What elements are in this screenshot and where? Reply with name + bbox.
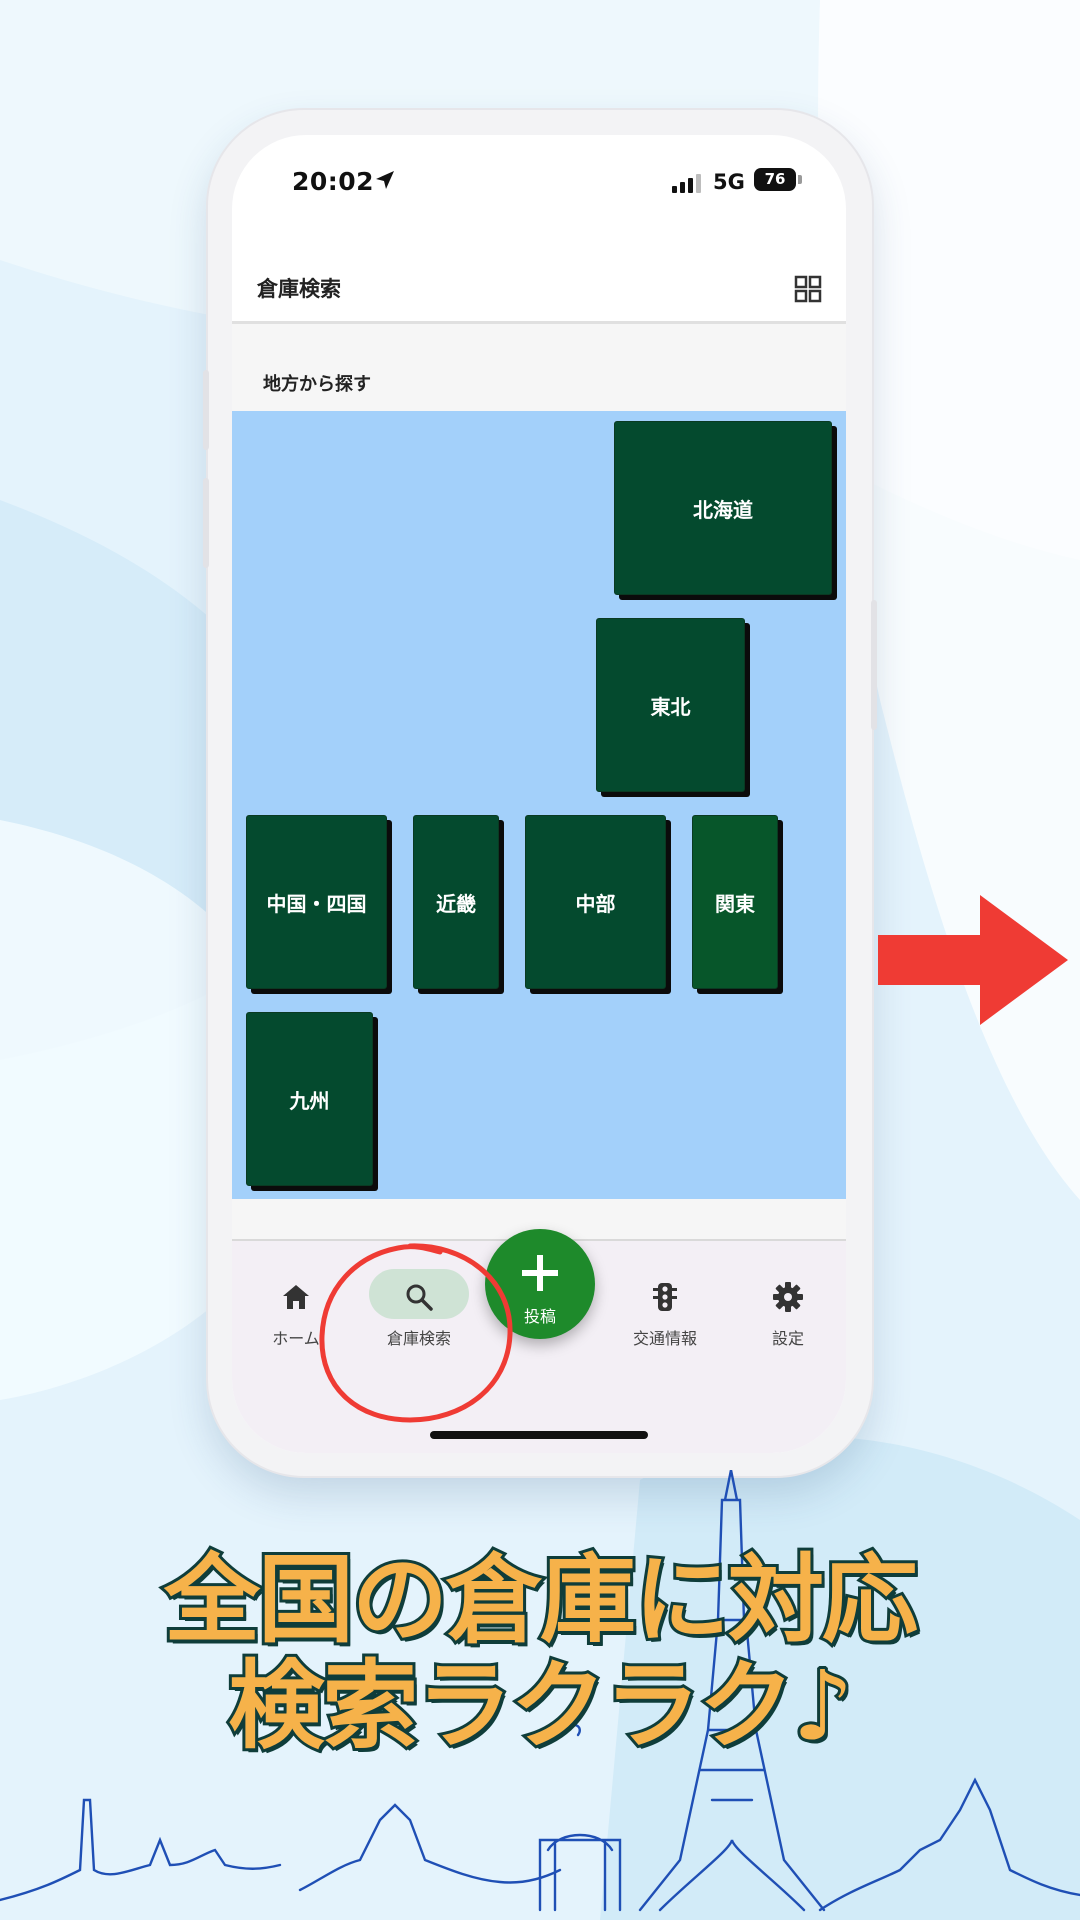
- page-title: 倉庫検索: [257, 277, 341, 301]
- signal-icon: [672, 174, 701, 193]
- region-kanto[interactable]: 関東: [692, 815, 778, 989]
- nav-item-traffic-info[interactable]: 交通情報: [605, 1267, 725, 1348]
- promo-caption-line2: 検索ラクラク♪: [225, 1647, 856, 1765]
- battery-tip: [798, 175, 802, 184]
- grid-icon[interactable]: [794, 275, 822, 303]
- nav-label-settings: 設定: [771, 1329, 804, 1348]
- home-icon: [283, 1285, 309, 1309]
- phone-side-button: [203, 478, 209, 568]
- region-kinki[interactable]: 近畿: [413, 815, 499, 989]
- phone-side-button: [871, 600, 877, 730]
- region-hokkaido[interactable]: 北海道: [614, 421, 832, 595]
- traffic-light-icon: [653, 1283, 677, 1311]
- network-label: 5G: [713, 170, 745, 194]
- arrow-right-icon: [878, 895, 1068, 1025]
- home-indicator: [430, 1431, 648, 1439]
- annotation-circle: [319, 1243, 513, 1423]
- gear-icon: [773, 1282, 803, 1312]
- phone-side-button: [203, 370, 209, 450]
- app-bar: 倉庫検索: [232, 245, 846, 331]
- section-label: 地方から探す: [263, 374, 371, 395]
- battery-icon: 76: [754, 168, 796, 191]
- status-bar: 20:02 5G 76: [232, 135, 846, 245]
- region-chubu[interactable]: 中部: [525, 815, 666, 989]
- section-header: [232, 324, 846, 411]
- region-kyushu[interactable]: 九州: [246, 1012, 373, 1186]
- region-tohoku[interactable]: 東北: [596, 618, 745, 792]
- nav-label-traffic-info: 交通情報: [632, 1329, 697, 1348]
- region-map: 北海道 東北 中国・四国 近畿 中部 関東 九州: [232, 411, 846, 1199]
- location-arrow-icon: [376, 171, 394, 189]
- nav-item-settings[interactable]: 設定: [728, 1267, 846, 1348]
- region-chugoku-shikoku[interactable]: 中国・四国: [246, 815, 387, 989]
- plus-icon: [522, 1255, 558, 1291]
- battery-level: 76: [764, 170, 786, 188]
- status-time: 20:02: [292, 167, 375, 196]
